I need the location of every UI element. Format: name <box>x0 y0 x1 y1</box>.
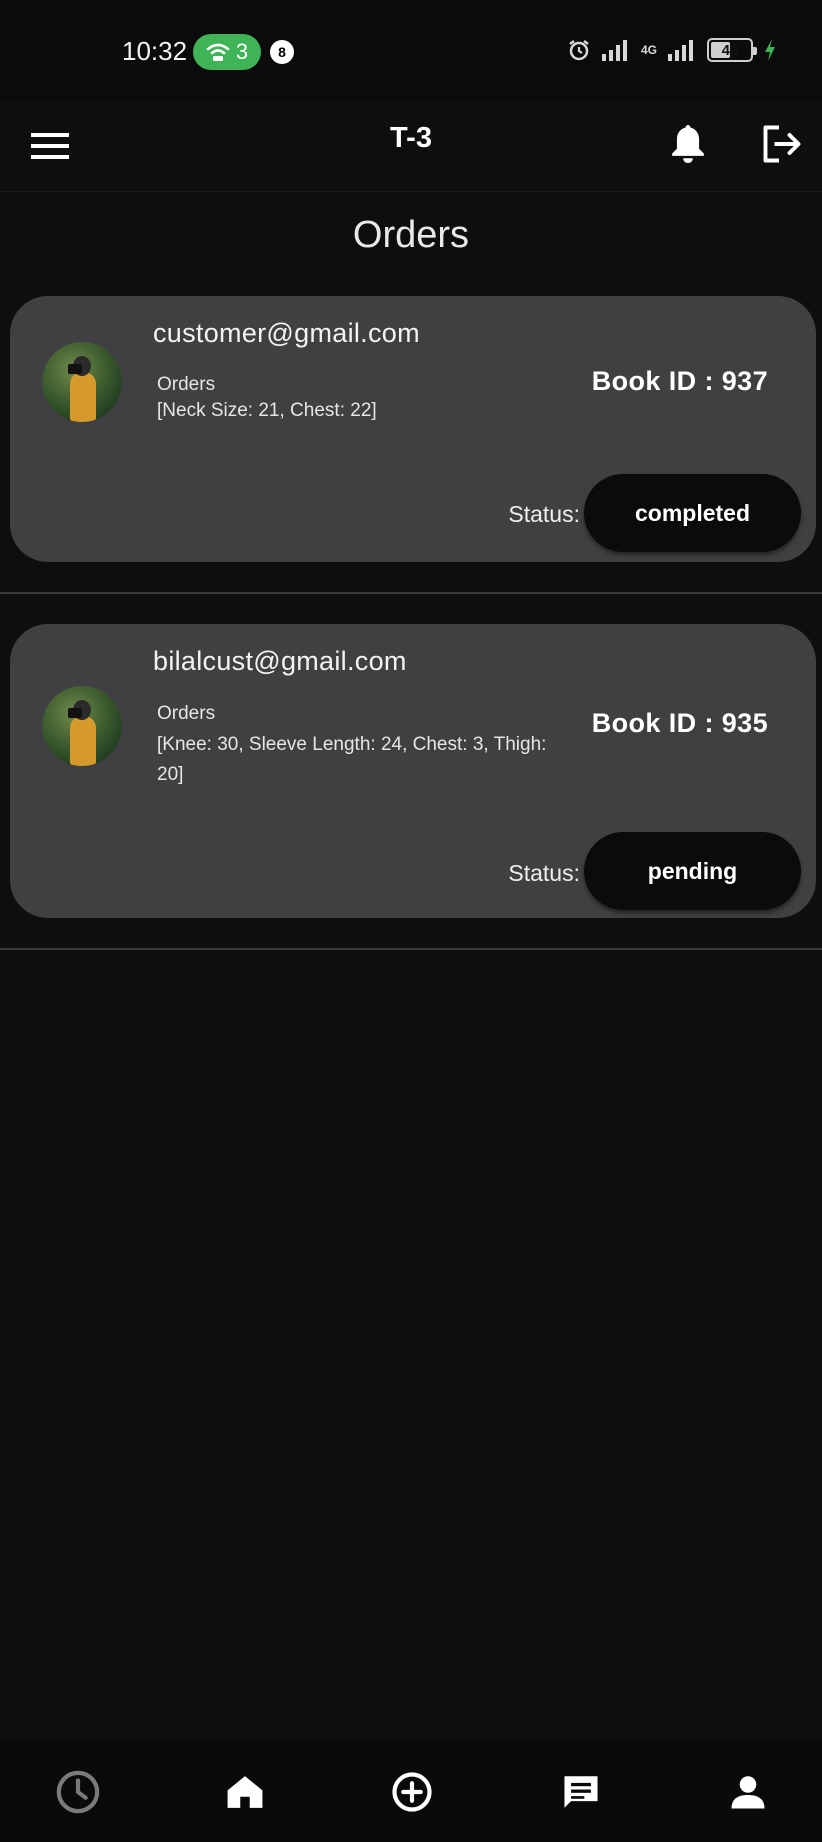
nav-chat[interactable] <box>553 1764 609 1820</box>
chat-icon <box>564 1776 598 1808</box>
status-time: 10:32 <box>122 36 188 66</box>
orders-label: Orders <box>157 703 216 724</box>
order-details: [Knee: 30, Sleeve Length: 24, Chest: 3, … <box>157 734 547 785</box>
alarm-icon <box>569 40 589 61</box>
bottom-navigation <box>0 1742 822 1842</box>
status-button[interactable]: pending <box>584 832 801 910</box>
nav-add[interactable] <box>384 1764 440 1820</box>
avatar <box>42 686 122 766</box>
signal-icon <box>601 40 627 61</box>
logout-icon <box>763 125 801 163</box>
status-label: Status: <box>508 501 580 527</box>
nav-home[interactable] <box>217 1764 273 1820</box>
avatar-camera <box>68 364 82 374</box>
divider <box>0 948 822 950</box>
notification-count-badge: 8 <box>270 40 294 64</box>
status-bar: 10:32 3 8 4G 49 <box>0 0 822 100</box>
avatar-figure <box>70 716 96 766</box>
wifi-count: 3 <box>235 39 249 64</box>
battery-indicator: 49 <box>707 38 757 62</box>
order-card[interactable]: customer@gmail.com Orders [Neck Size: 21… <box>10 296 816 562</box>
signal-icon-2 <box>668 40 693 61</box>
divider <box>0 592 822 594</box>
avatar-figure <box>70 372 96 422</box>
network-label: 4G <box>640 43 657 57</box>
avatar <box>42 342 122 422</box>
nav-history[interactable] <box>50 1764 106 1820</box>
book-id: Book ID : 935 <box>591 708 768 738</box>
order-details: [Neck Size: 21, Chest: 22] <box>157 400 377 421</box>
customer-email: bilalcust@gmail.com <box>153 646 407 676</box>
home-icon <box>227 1776 263 1808</box>
order-card[interactable]: bilalcust@gmail.com Orders [Knee: 30, Sl… <box>10 624 816 918</box>
battery-level: 49 <box>721 41 739 59</box>
book-id: Book ID : 937 <box>591 366 768 396</box>
wifi-icon <box>206 43 230 61</box>
page-title: Orders <box>352 214 470 256</box>
app-bar: T-3 <box>0 100 822 192</box>
status-button[interactable]: completed <box>584 474 801 552</box>
customer-email: customer@gmail.com <box>153 318 420 348</box>
bell-icon <box>672 125 704 163</box>
status-icons: 4G 49 <box>567 38 777 62</box>
network-type: 4G <box>641 44 657 56</box>
nav-profile[interactable] <box>720 1764 776 1820</box>
history-icon <box>56 1770 100 1814</box>
charging-icon <box>765 39 775 61</box>
orders-label: Orders <box>157 374 216 395</box>
wifi-hotspot-badge: 3 <box>193 34 261 70</box>
add-circle-icon <box>392 1772 432 1812</box>
logout-button[interactable] <box>754 116 810 172</box>
avatar-camera <box>68 708 82 718</box>
notifications-button[interactable] <box>660 116 716 172</box>
status-label: Status: <box>508 860 580 886</box>
profile-icon <box>731 1776 765 1809</box>
